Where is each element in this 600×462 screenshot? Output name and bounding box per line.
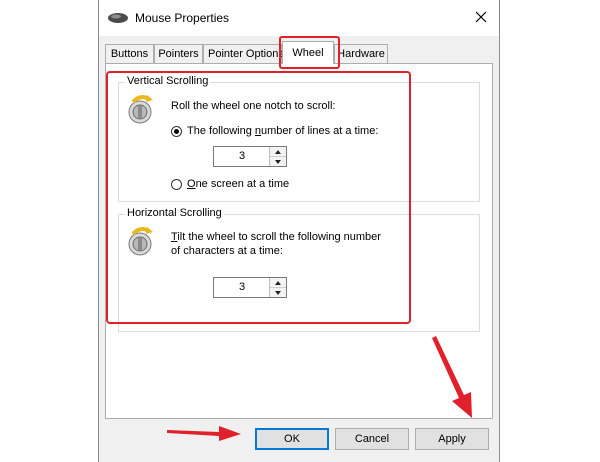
- tab-label: Buttons: [110, 48, 149, 60]
- tab-label: Pointers: [158, 48, 199, 60]
- cancel-button[interactable]: Cancel: [335, 428, 409, 450]
- button-label: Apply: [438, 433, 466, 445]
- tab-hardware[interactable]: Hardware: [334, 44, 388, 63]
- wheel-tab-highlight: [279, 36, 340, 69]
- arrow-to-apply-icon: [432, 336, 472, 418]
- tab-pointer-options[interactable]: Pointer Options: [203, 44, 284, 63]
- window-title: Mouse Properties: [135, 11, 230, 25]
- tab-label: Pointer Options: [208, 48, 284, 60]
- arrow-to-ok-icon: [167, 426, 241, 441]
- button-label: Cancel: [354, 433, 390, 445]
- ok-button[interactable]: OK: [255, 428, 329, 450]
- tab-pointers[interactable]: Pointers: [154, 44, 203, 63]
- scrolling-settings-highlight: [106, 71, 411, 324]
- mouse-icon: [107, 12, 129, 24]
- tab-buttons[interactable]: Buttons: [105, 44, 154, 63]
- apply-button[interactable]: Apply: [415, 428, 489, 450]
- close-button[interactable]: [467, 4, 495, 32]
- close-icon: [475, 11, 487, 26]
- title-bar: Mouse Properties: [99, 0, 499, 36]
- button-label: OK: [284, 433, 300, 445]
- tab-label: Hardware: [337, 48, 385, 60]
